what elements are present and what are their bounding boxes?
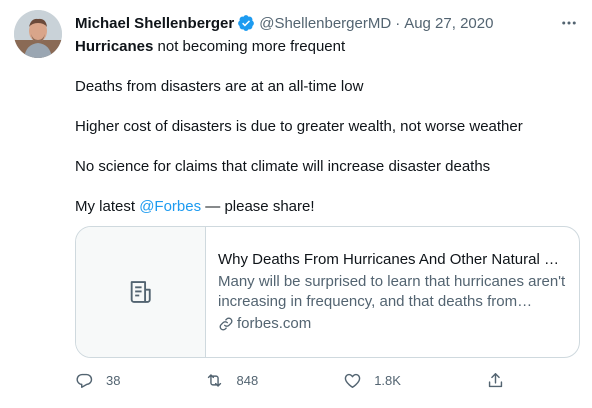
separator-dot: · bbox=[395, 14, 401, 32]
action-bar: 38 848 1.8K bbox=[75, 369, 505, 391]
tweet-line-5-pre: My latest bbox=[75, 198, 140, 215]
link-icon bbox=[219, 317, 233, 331]
retweet-count: 848 bbox=[236, 372, 259, 388]
tweet-line-3: Higher cost of disasters is due to great… bbox=[75, 118, 523, 135]
tweet-text: Hurricanes not becoming more frequent De… bbox=[75, 37, 580, 217]
tweet-line-1-rest: not becoming more frequent bbox=[153, 38, 346, 55]
hurricanes-highlight: Hurricanes bbox=[75, 38, 154, 55]
like-button[interactable]: 1.8K bbox=[343, 371, 401, 390]
reply-count: 38 bbox=[106, 372, 121, 388]
card-description: Many will be surprised to learn that hur… bbox=[218, 273, 566, 310]
heart-icon bbox=[344, 373, 361, 388]
author-handle[interactable]: @ShellenbergerMD bbox=[259, 15, 391, 32]
tweet-line-1: Hurricanes not becoming more frequent bbox=[75, 37, 580, 57]
reply-icon bbox=[76, 373, 93, 388]
avatar-photo bbox=[14, 10, 62, 58]
more-options-button[interactable] bbox=[558, 12, 580, 34]
avatar[interactable] bbox=[14, 10, 62, 58]
share-icon bbox=[488, 372, 503, 387]
share-button[interactable] bbox=[486, 371, 505, 390]
tweet-line-4: No science for claims that climate will … bbox=[75, 158, 491, 175]
author-name[interactable]: Michael Shellenberger bbox=[75, 15, 234, 32]
forbes-mention-link[interactable]: @Forbes bbox=[139, 198, 201, 215]
card-thumbnail bbox=[76, 227, 206, 357]
reply-button[interactable]: 38 bbox=[75, 371, 120, 390]
card-body: Why Deaths From Hurricanes And Other Nat… bbox=[206, 227, 579, 357]
retweet-button[interactable]: 848 bbox=[205, 371, 258, 390]
article-icon bbox=[130, 281, 151, 303]
link-preview-card[interactable]: Why Deaths From Hurricanes And Other Nat… bbox=[75, 226, 580, 358]
tweet-date[interactable]: Aug 27, 2020 bbox=[404, 15, 493, 32]
tweet-line-5: My latest @Forbes — please share! bbox=[75, 197, 580, 217]
card-domain-text: forbes.com bbox=[237, 315, 312, 332]
verified-badge-icon bbox=[238, 15, 255, 31]
more-dots-icon bbox=[562, 21, 576, 25]
tweet-line-5-post: — please share! bbox=[201, 198, 315, 215]
retweet-icon bbox=[208, 373, 222, 387]
tweet-header: Michael Shellenberger @ShellenbergerMD ·… bbox=[75, 13, 580, 33]
tweet-line-2: Deaths from disasters are at an all-time… bbox=[75, 78, 364, 95]
like-count: 1.8K bbox=[374, 372, 401, 388]
card-title: Why Deaths From Hurricanes And Other Nat… bbox=[218, 251, 567, 268]
card-domain: forbes.com bbox=[218, 314, 567, 334]
